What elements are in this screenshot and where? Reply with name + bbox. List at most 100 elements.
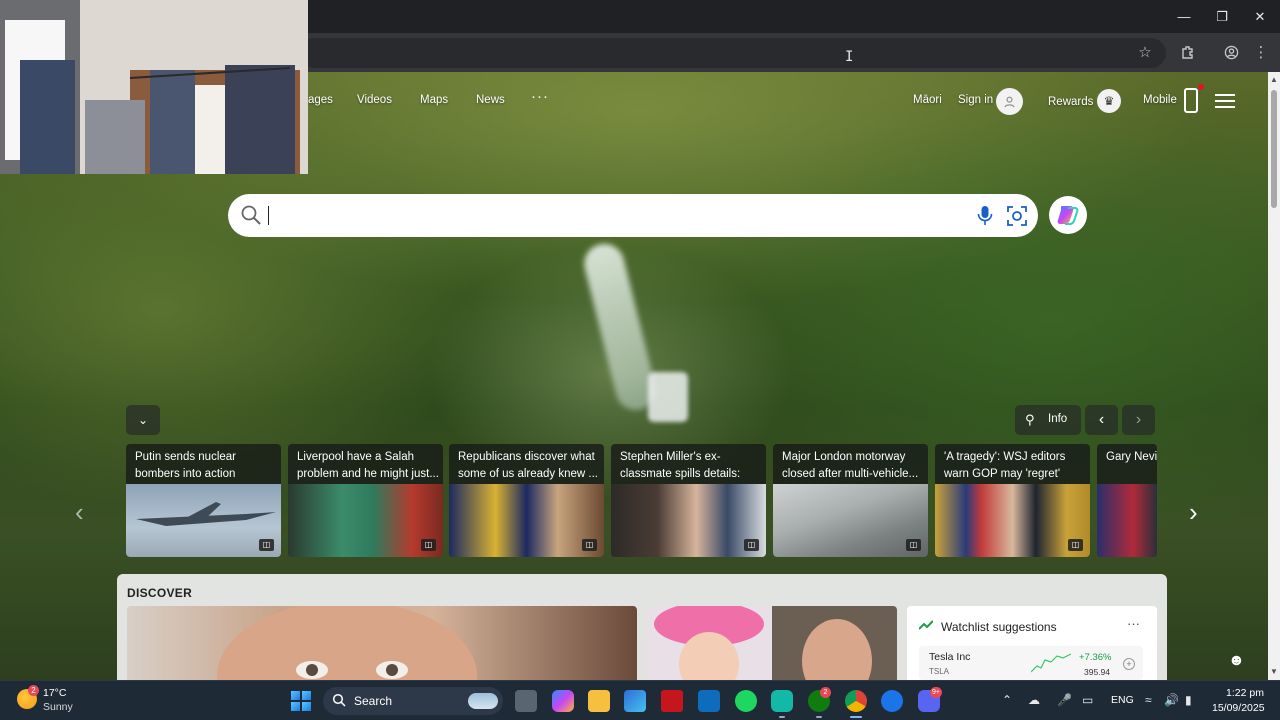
- start-button[interactable]: [291, 691, 311, 711]
- app-icon[interactable]: [881, 690, 903, 712]
- discover-card-secondary[interactable]: [647, 606, 897, 680]
- news-card[interactable]: Stephen Miller's ex-classmate spills det…: [611, 444, 766, 557]
- bookmark-icon[interactable]: ◫: [421, 539, 436, 551]
- clipchamp-icon[interactable]: [771, 690, 793, 712]
- maximize-button[interactable]: ❐: [1203, 0, 1241, 33]
- add-to-watchlist-icon[interactable]: +: [1123, 658, 1135, 670]
- copilot-button[interactable]: [1049, 196, 1087, 234]
- stock-change: +7.36%: [1079, 652, 1112, 663]
- scroll-thumb[interactable]: [1271, 90, 1277, 208]
- mcafee-icon[interactable]: [661, 690, 683, 712]
- bookmark-icon[interactable]: ◫: [259, 539, 274, 551]
- nav-maps[interactable]: Maps: [420, 94, 448, 106]
- outlook-icon[interactable]: [698, 690, 720, 712]
- chrome-icon[interactable]: [845, 690, 867, 712]
- avatar-icon[interactable]: [996, 88, 1023, 115]
- app-running-indicator: [779, 716, 785, 718]
- file-explorer-icon[interactable]: [588, 690, 610, 712]
- news-prev-arrow-icon[interactable]: ‹: [75, 497, 84, 528]
- minimize-button[interactable]: —: [1165, 0, 1203, 33]
- news-image-neville: [1097, 484, 1157, 557]
- weather-condition[interactable]: Sunny: [43, 701, 73, 713]
- mobile-phone-icon[interactable]: [1184, 88, 1198, 113]
- news-card[interactable]: Republicans discover what some of us alr…: [449, 444, 604, 557]
- trend-up-icon: [919, 620, 933, 630]
- discover-panel: DISCOVER Watchlist suggestions ··· Tesla…: [117, 574, 1167, 680]
- microsoft-store-icon[interactable]: [624, 690, 646, 712]
- wifi-icon[interactable]: ≈: [1145, 693, 1152, 707]
- scroll-down-icon[interactable]: ▼: [1268, 666, 1280, 678]
- microphone-tray-icon[interactable]: 🎤: [1057, 693, 1072, 707]
- show-hidden-icons-icon[interactable]: ⌃: [1002, 693, 1012, 707]
- taskbar-search[interactable]: Search: [323, 687, 503, 715]
- volume-icon[interactable]: 🔊: [1164, 693, 1179, 707]
- visual-search-icon[interactable]: [1005, 204, 1029, 228]
- input-language[interactable]: ENG: [1111, 694, 1134, 706]
- news-image-sheriff: [449, 484, 604, 557]
- copilot-app-icon[interactable]: [552, 690, 574, 712]
- onedrive-icon[interactable]: ☁: [1028, 693, 1040, 707]
- news-carousel: Putin sends nuclear bombers into action …: [126, 444, 1157, 558]
- news-title: Gary Nevill this film' ar: [1106, 451, 1157, 463]
- bookmark-icon[interactable]: ◫: [744, 539, 759, 551]
- search-box[interactable]: [228, 194, 1038, 237]
- bookmark-icon[interactable]: ◫: [1068, 539, 1083, 551]
- device-icon[interactable]: ▭: [1082, 693, 1093, 707]
- taskbar-search-label: Search: [354, 694, 393, 708]
- watchlist-title: Watchlist suggestions: [941, 620, 1057, 634]
- news-card[interactable]: Major London motorway closed after multi…: [773, 444, 928, 557]
- location-pin-icon: ⚲: [1025, 412, 1035, 427]
- nav-news[interactable]: News: [476, 94, 505, 106]
- language-link[interactable]: Māori: [913, 94, 942, 106]
- battery-icon[interactable]: ▮: [1185, 693, 1192, 707]
- nav-images[interactable]: ages: [308, 94, 333, 106]
- watchlist-stock-row[interactable]: Tesla Inc TSLA +7.36% 395.94 +: [919, 646, 1143, 680]
- profile-icon[interactable]: [1220, 41, 1242, 63]
- hamburger-menu-icon[interactable]: [1215, 94, 1235, 110]
- news-card[interactable]: Gary Nevill this film' ar: [1097, 444, 1157, 557]
- search-highlight-image: [468, 693, 498, 709]
- clock-date[interactable]: 15/09/2025: [1212, 702, 1265, 714]
- news-title: Putin sends nuclear bombers into action: [135, 451, 237, 480]
- image-prev-button[interactable]: ‹: [1085, 405, 1118, 435]
- notification-dot: [1198, 84, 1204, 90]
- scroll-up-icon[interactable]: ▲: [1268, 74, 1280, 86]
- app-active-indicator: [850, 716, 862, 718]
- clock-time[interactable]: 1:22 pm: [1226, 687, 1264, 699]
- page-scrollbar[interactable]: ▲ ▼: [1268, 72, 1280, 680]
- info-button[interactable]: ⚲ Info: [1015, 405, 1081, 435]
- search-input[interactable]: [268, 206, 269, 225]
- spotify-icon[interactable]: [735, 690, 757, 712]
- close-button[interactable]: ✕: [1241, 0, 1279, 33]
- webcam-overlay: [0, 0, 308, 174]
- bookmark-star-icon[interactable]: ☆: [1134, 41, 1156, 63]
- mobile-link[interactable]: Mobile: [1143, 94, 1177, 106]
- weather-temperature[interactable]: 17°C: [43, 687, 66, 699]
- news-card[interactable]: Putin sends nuclear bombers into action …: [126, 444, 281, 557]
- collapse-news-button[interactable]: ⌄: [126, 405, 160, 435]
- nav-more-button[interactable]: ···: [531, 88, 549, 105]
- bookmark-icon[interactable]: ◫: [582, 539, 597, 551]
- watchlist-more-button[interactable]: ···: [1127, 616, 1140, 631]
- address-bar[interactable]: I: [300, 38, 1166, 68]
- discover-card-main[interactable]: [127, 601, 637, 680]
- feedback-icon[interactable]: ☻: [1228, 652, 1245, 670]
- search-icon: [241, 205, 261, 225]
- news-card[interactable]: 'A tragedy': WSJ editors warn GOP may 'r…: [935, 444, 1090, 557]
- chrome-badge: 2: [820, 687, 831, 698]
- task-view-icon[interactable]: [515, 690, 537, 712]
- extensions-icon[interactable]: [1177, 41, 1199, 63]
- news-card[interactable]: Liverpool have a Salah problem and he mi…: [288, 444, 443, 557]
- nav-videos[interactable]: Videos: [357, 94, 392, 106]
- news-image-motorway: [773, 484, 928, 557]
- sign-in-link[interactable]: Sign in: [958, 94, 993, 106]
- news-image-football: [288, 484, 443, 557]
- rewards-trophy-icon[interactable]: ♛: [1097, 89, 1121, 113]
- image-next-button[interactable]: ›: [1122, 405, 1155, 435]
- rewards-link[interactable]: Rewards: [1048, 96, 1093, 108]
- microphone-icon[interactable]: [976, 204, 994, 228]
- bookmark-icon[interactable]: ◫: [906, 539, 921, 551]
- news-next-arrow-icon[interactable]: ›: [1189, 497, 1198, 528]
- app-running-indicator: [816, 716, 822, 718]
- browser-menu-icon[interactable]: ⋮: [1250, 41, 1272, 63]
